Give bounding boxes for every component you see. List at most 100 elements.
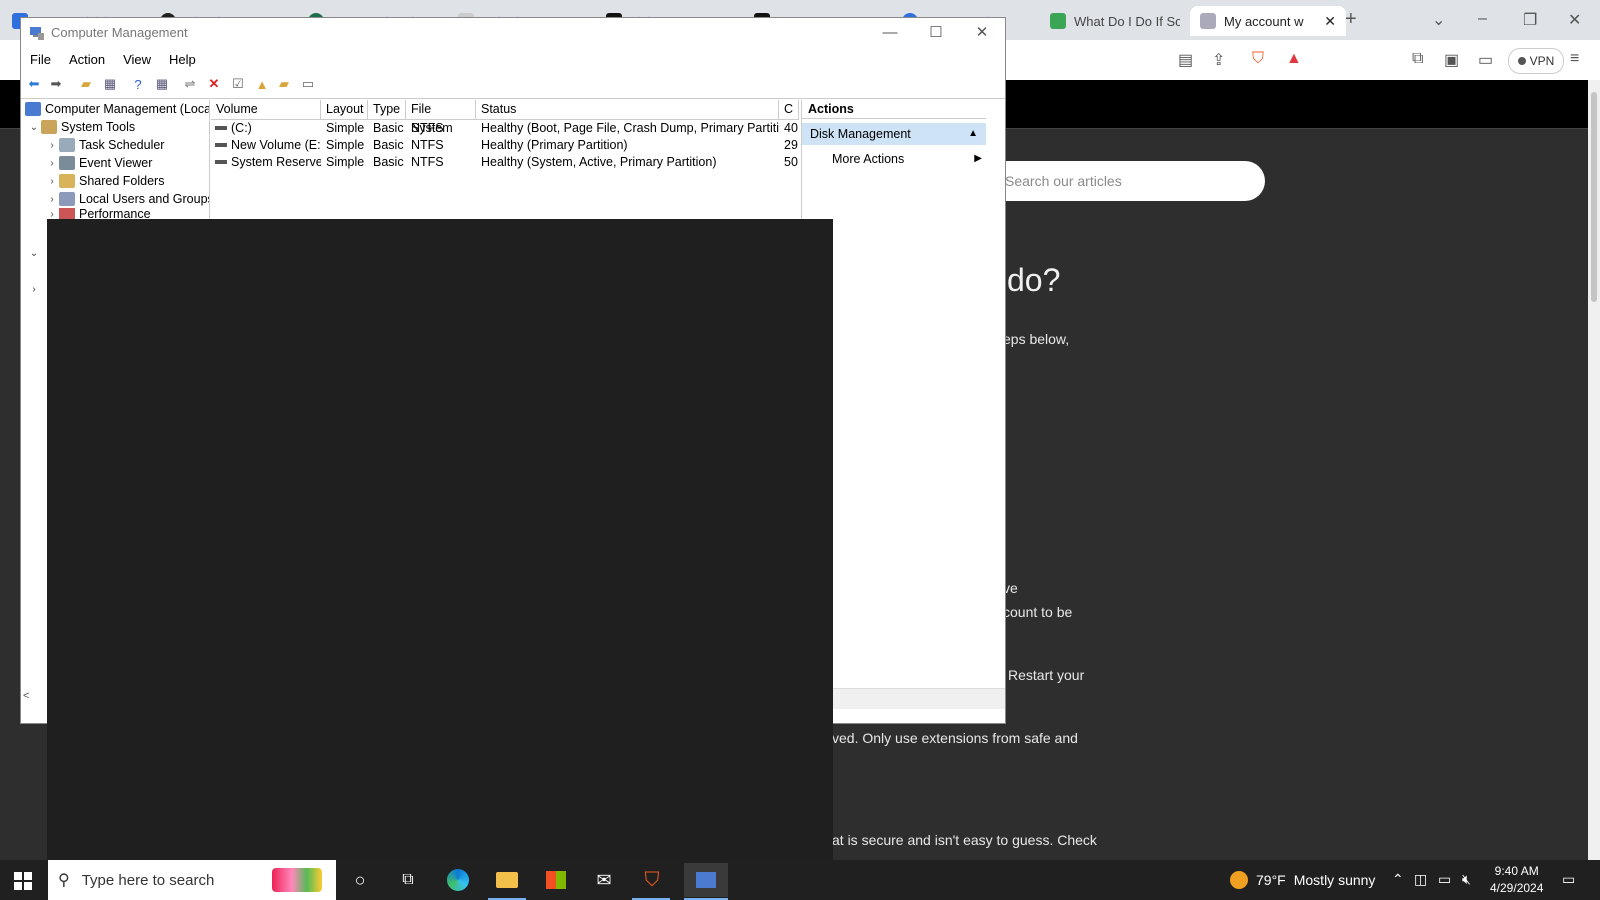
restore-browser-button[interactable]: ❐ (1523, 10, 1537, 30)
chevron-right-icon[interactable]: › (45, 209, 59, 220)
disk-icon (215, 159, 227, 164)
share-icon[interactable]: ⇪ (1212, 50, 1225, 70)
column-status[interactable]: Status (476, 100, 779, 119)
chevron-down-icon[interactable]: ⌄ (27, 248, 41, 259)
menu-file[interactable]: File (21, 52, 60, 67)
mail-icon[interactable]: ✉ (590, 866, 618, 894)
forward-icon[interactable]: ➡ (47, 75, 65, 93)
computer-management-taskbar-icon[interactable] (684, 863, 728, 897)
close-browser-button[interactable]: ✕ (1568, 10, 1581, 30)
chevron-down-icon[interactable]: ⌄ (27, 122, 41, 133)
back-icon[interactable]: ⬅ (25, 75, 43, 93)
notifications-icon[interactable]: ▭ (1562, 871, 1575, 888)
brave-icon[interactable]: ⛉ (638, 866, 666, 894)
chevron-right-icon[interactable]: › (27, 284, 41, 295)
volume-muted-icon[interactable]: 🔇︎ (1462, 871, 1471, 888)
store-icon[interactable] (542, 866, 570, 894)
tree-label: Local Users and Groups (79, 192, 210, 206)
vpn-button[interactable]: VPN (1508, 48, 1564, 74)
tab-favicon-icon (1050, 13, 1066, 29)
table-row[interactable]: System Reserved Simple Basic NTFS Health… (211, 154, 799, 171)
check-icon[interactable]: ☑ (229, 75, 247, 93)
task-view-icon[interactable]: ⧉ (394, 866, 422, 894)
tree-item-shared-folders[interactable]: › Shared Folders (45, 172, 164, 190)
article-search-input[interactable]: Search our articles (985, 161, 1265, 201)
close-button[interactable]: ✕ (959, 22, 1005, 44)
table-row[interactable]: (C:) Simple Basic NTFS Healthy (Boot, Pa… (211, 120, 799, 137)
cortana-icon[interactable]: ○ (346, 866, 374, 894)
chevron-right-icon[interactable]: › (45, 194, 59, 205)
cell-file-system: NTFS (411, 138, 444, 152)
minimize-browser-button[interactable]: – (1478, 10, 1487, 28)
menu-view[interactable]: View (114, 52, 160, 67)
close-tab-icon[interactable]: ✕ (1324, 13, 1336, 30)
window-titlebar[interactable]: Computer Management — ☐ ✕ (21, 18, 1005, 48)
wallet-icon[interactable]: ▭ (1478, 50, 1493, 70)
windows-start-icon[interactable] (14, 872, 32, 890)
browser-tab-active[interactable]: My account w ✕ (1190, 6, 1346, 36)
actions-section-label: Disk Management (810, 127, 911, 141)
clock[interactable]: 9:40 AM 4/29/2024 (1490, 863, 1543, 897)
tree-label: Task Scheduler (79, 138, 165, 152)
delete-icon[interactable]: ✕ (205, 75, 223, 93)
up-folder-icon[interactable]: ▰ (77, 75, 95, 93)
tree-item-local-users[interactable]: › Local Users and Groups (45, 190, 210, 208)
scrollbar-thumb[interactable] (1591, 92, 1597, 302)
minimize-button[interactable]: — (867, 22, 913, 44)
page-scrollbar[interactable] (1588, 80, 1600, 860)
mmc-toolbar: ⬅ ➡ ▰ ▦ ? ▦ ⇌ ✕ ☑ ▲ ▰ ▭ (21, 70, 1005, 99)
browser-tab[interactable]: What Do I Do If So (1050, 6, 1180, 36)
sidebar-icon[interactable]: ▣ (1444, 50, 1459, 70)
menu-action[interactable]: Action (60, 52, 114, 67)
column-type[interactable]: Type (368, 100, 406, 119)
tree-expander[interactable]: › (27, 280, 41, 298)
meet-now-icon[interactable]: ◫ (1414, 871, 1427, 888)
collapse-up-icon[interactable]: ▲ (968, 123, 978, 145)
column-volume[interactable]: Volume (211, 100, 321, 119)
tree-item-computer-management[interactable]: Computer Management (Local (25, 100, 209, 118)
more-actions-item[interactable]: More Actions ▶ (832, 149, 982, 169)
weather-widget[interactable]: 79°F Mostly sunny (1230, 871, 1375, 889)
help-icon[interactable]: ? (129, 75, 147, 93)
tree-label: Shared Folders (79, 174, 165, 188)
new-tab-button[interactable]: + (1345, 8, 1357, 31)
brave-shields-icon[interactable]: ⛉ (1252, 50, 1264, 68)
weather-temp: 79°F (1256, 872, 1286, 888)
tree-item-task-scheduler[interactable]: › Task Scheduler (45, 136, 164, 154)
chevron-right-icon[interactable]: › (45, 176, 59, 187)
network-icon[interactable]: ▭ (1438, 871, 1451, 888)
reader-mode-icon[interactable]: ▤ (1178, 50, 1193, 70)
folder-up-icon[interactable]: ▲ (253, 75, 271, 93)
cell-layout: Simple (326, 155, 365, 169)
tree-expander[interactable]: ⌄ (27, 244, 41, 262)
file-explorer-icon[interactable] (493, 866, 521, 894)
taskbar-search-input[interactable]: ⚲ Type here to search (48, 860, 336, 900)
search-folder-icon[interactable]: ▰ (275, 75, 293, 93)
column-layout[interactable]: Layout (321, 100, 368, 119)
menu-icon[interactable]: ≡ (1570, 50, 1579, 68)
column-file-system[interactable]: File System (406, 100, 476, 135)
show-hidden-icons-chevron-icon[interactable]: ⌃ (1392, 871, 1404, 888)
chevron-right-icon[interactable]: › (45, 140, 59, 151)
taskbar: ⚲ Type here to search ○ ⧉ ✉ ⛉ 79°F Mostl… (0, 860, 1600, 900)
properties-pane-icon[interactable]: ▦ (153, 75, 171, 93)
menu-help[interactable]: Help (160, 52, 205, 67)
brave-rewards-icon[interactable]: ▲ (1286, 50, 1302, 68)
table-row[interactable]: New Volume (E:) Simple Basic NTFS Health… (211, 137, 799, 154)
vpn-status-icon (1517, 57, 1526, 65)
maximize-button[interactable]: ☐ (913, 22, 959, 44)
tree-item-event-viewer[interactable]: › Event Viewer (45, 154, 152, 172)
actions-disk-management[interactable]: Disk Management ▲ (802, 123, 986, 145)
extensions-icon[interactable]: ⧉ (1412, 50, 1423, 68)
tab-search-chevron-icon[interactable]: ⌄ (1432, 10, 1445, 30)
chevron-right-icon[interactable]: › (45, 158, 59, 169)
column-capacity[interactable]: C (779, 100, 799, 119)
view-icon[interactable]: ▭ (299, 75, 317, 93)
connect-icon[interactable]: ⇌ (181, 75, 199, 93)
article-text: eps below, (1003, 331, 1070, 347)
menu-bar: File Action View Help (21, 48, 1005, 70)
scroll-left-arrow-icon[interactable]: < (23, 690, 43, 706)
edge-icon[interactable] (444, 866, 472, 894)
tree-item-system-tools[interactable]: ⌄ System Tools (27, 118, 135, 136)
show-hide-tree-icon[interactable]: ▦ (101, 75, 119, 93)
